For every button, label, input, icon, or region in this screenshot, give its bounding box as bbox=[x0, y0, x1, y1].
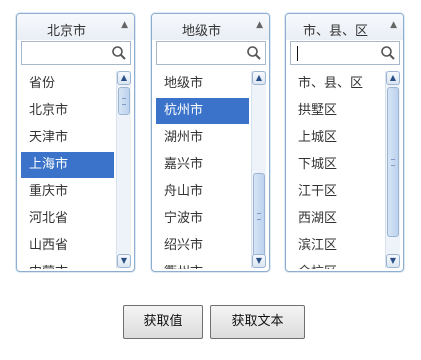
list-item[interactable]: 舟山市 bbox=[156, 179, 249, 205]
list-item-selected[interactable]: 杭州市 bbox=[156, 98, 249, 124]
grip-icon bbox=[257, 213, 261, 220]
list-item[interactable]: 西湖区 bbox=[290, 206, 383, 232]
list-item[interactable]: 市、县、区 bbox=[290, 71, 383, 97]
chevron-down-icon[interactable]: ▼ bbox=[386, 254, 400, 268]
list-item[interactable]: 滨江区 bbox=[290, 233, 383, 259]
district-scrollbar[interactable]: ▲ ▼ bbox=[385, 71, 400, 268]
search-icon[interactable] bbox=[245, 44, 263, 62]
list-item-selected[interactable]: 上海市 bbox=[21, 152, 114, 178]
province-scrollbar[interactable]: ▲ ▼ bbox=[116, 71, 131, 268]
province-select-title: 北京市 bbox=[46, 24, 86, 39]
list-item[interactable]: 江干区 bbox=[290, 179, 383, 205]
scroll-thumb[interactable] bbox=[253, 173, 265, 259]
list-item[interactable]: 余杭区 bbox=[290, 260, 383, 269]
list-item[interactable]: 嘉兴市 bbox=[156, 152, 249, 178]
list-item[interactable]: 天津市 bbox=[21, 125, 114, 151]
get-text-button[interactable]: 获取文本 bbox=[210, 305, 305, 339]
city-select-title: 地级市 bbox=[181, 24, 221, 39]
chevron-up-icon[interactable]: ▲ bbox=[386, 71, 400, 85]
get-value-button[interactable]: 获取值 bbox=[123, 305, 203, 339]
list-item[interactable]: 重庆市 bbox=[21, 179, 114, 205]
province-search-input[interactable] bbox=[21, 41, 131, 65]
city-select[interactable]: 地级市 ▲ 地级市 杭州市 湖州市 嘉兴市 舟山市 宁波市 绍兴市 衢州市 ▲ … bbox=[151, 13, 270, 272]
district-search-input[interactable] bbox=[290, 41, 400, 65]
province-list[interactable]: 省份 北京市 天津市 上海市 重庆市 河北省 山西省 内蒙古 bbox=[21, 71, 114, 269]
district-select[interactable]: 市、县、区 ▲ 市、县、区 拱墅区 上城区 下城区 江干区 西湖区 滨江区 余杭… bbox=[285, 13, 404, 272]
district-select-header[interactable]: 市、县、区 ▲ bbox=[286, 14, 403, 40]
grip-icon bbox=[391, 159, 395, 166]
list-item[interactable]: 上城区 bbox=[290, 125, 383, 151]
chevron-up-icon[interactable]: ▲ bbox=[252, 71, 266, 85]
city-search-input[interactable] bbox=[156, 41, 266, 65]
list-item[interactable]: 宁波市 bbox=[156, 206, 249, 232]
chevron-down-icon[interactable]: ▼ bbox=[252, 254, 266, 268]
list-item[interactable]: 省份 bbox=[21, 71, 114, 97]
caret-up-icon[interactable]: ▲ bbox=[121, 20, 128, 30]
caret-up-icon[interactable]: ▲ bbox=[256, 20, 263, 30]
chevron-up-icon[interactable]: ▲ bbox=[117, 71, 131, 85]
list-item[interactable]: 地级市 bbox=[156, 71, 249, 97]
list-item[interactable]: 绍兴市 bbox=[156, 233, 249, 259]
scroll-thumb[interactable] bbox=[118, 87, 130, 115]
city-select-header[interactable]: 地级市 ▲ bbox=[152, 14, 269, 40]
grip-icon bbox=[122, 98, 126, 105]
list-item[interactable]: 下城区 bbox=[290, 152, 383, 178]
list-item[interactable]: 北京市 bbox=[21, 98, 114, 124]
list-item[interactable]: 拱墅区 bbox=[290, 98, 383, 124]
district-select-title: 市、县、区 bbox=[302, 24, 368, 39]
chevron-down-icon[interactable]: ▼ bbox=[117, 254, 131, 268]
list-item[interactable]: 内蒙古 bbox=[21, 260, 114, 269]
list-item[interactable]: 河北省 bbox=[21, 206, 114, 232]
province-select[interactable]: 北京市 ▲ 省份 北京市 天津市 上海市 重庆市 河北省 山西省 内蒙古 ▲ ▼ bbox=[16, 13, 135, 272]
province-select-header[interactable]: 北京市 ▲ bbox=[17, 14, 134, 40]
search-icon[interactable] bbox=[110, 44, 128, 62]
caret-up-icon[interactable]: ▲ bbox=[390, 20, 397, 30]
text-cursor bbox=[297, 46, 298, 61]
search-icon[interactable] bbox=[379, 44, 397, 62]
list-item[interactable]: 湖州市 bbox=[156, 125, 249, 151]
scroll-thumb[interactable] bbox=[387, 87, 399, 237]
district-list[interactable]: 市、县、区 拱墅区 上城区 下城区 江干区 西湖区 滨江区 余杭区 bbox=[290, 71, 383, 269]
list-item[interactable]: 山西省 bbox=[21, 233, 114, 259]
city-scrollbar[interactable]: ▲ ▼ bbox=[251, 71, 266, 268]
city-list[interactable]: 地级市 杭州市 湖州市 嘉兴市 舟山市 宁波市 绍兴市 衢州市 bbox=[156, 71, 249, 269]
list-item[interactable]: 衢州市 bbox=[156, 260, 249, 269]
